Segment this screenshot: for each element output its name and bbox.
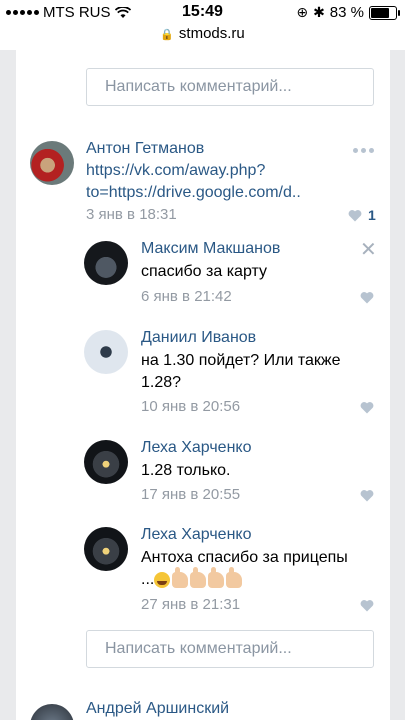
reply-date[interactable]: 27 янв в 21:31 [141,596,240,613]
comment-link-line1: https://vk.com/away.php? [86,162,266,179]
avatar[interactable] [84,440,128,484]
thumbs-up-emoji-icon [208,566,225,588]
more-dots-icon[interactable] [353,148,374,153]
heart-icon[interactable] [360,401,374,414]
smiley-emoji-icon [154,571,171,588]
thumbs-up-emoji-icon [226,566,243,588]
comment-input-placeholder: Написать комментарий... [105,78,292,95]
avatar[interactable] [84,527,128,571]
comment-link[interactable]: https://vk.com/away.php? to=https://driv… [86,160,301,204]
thumbs-up-emoji-icon [190,566,207,588]
reply-author[interactable]: Максим Макшанов [141,240,280,258]
battery-icon [369,5,400,20]
battery-percent: 83 % [329,4,364,21]
reply-date[interactable]: 10 янв в 20:56 [141,398,240,415]
comment-input-placeholder: Написать комментарий... [105,640,292,657]
reply-author[interactable]: Даниил Иванов [141,329,256,347]
rotation-lock-icon: ⊕ [296,4,309,20]
reply-text-line1: Антоха спасибо за прицепы [141,549,348,566]
comment-input-bottom[interactable]: Написать комментарий... [86,630,374,668]
reply-author[interactable]: Леха Харченко [141,526,251,544]
reply-text-line2: 1.28? [141,374,182,391]
lock-icon: 🔒 [160,29,174,41]
reply-text: на 1.30 пойдет? Или также 1.28? [141,350,341,394]
comment-author[interactable]: Андрей Аршинский [86,700,229,718]
comment-author[interactable]: Антон Гетманов [86,140,204,158]
reply-text-line1: на 1.30 пойдет? Или также [141,352,341,369]
reply-date[interactable]: 17 янв в 20:55 [141,486,240,503]
comment-date[interactable]: 3 янв в 18:31 [86,206,177,223]
address-bar[interactable]: 🔒 stmods.ru [0,25,405,42]
reply-text-line2: ... [141,566,348,591]
reply-author[interactable]: Леха Харченко [141,439,251,457]
reply-date[interactable]: 6 янв в 21:42 [141,288,232,305]
bluetooth-icon: ✱ [313,4,325,20]
like-count: 1 [368,207,376,223]
avatar[interactable] [84,241,128,285]
reply-text: 1.28 только. [141,462,231,479]
heart-icon[interactable] [360,599,374,612]
reply-text: спасибо за карту [141,263,267,280]
emoji-row [154,566,243,588]
heart-icon[interactable] [360,489,374,502]
status-bar: MTS RUS 15:49 ⊕ ✱ 83 % 🔒 stmods.ru [0,0,405,50]
close-icon[interactable]: ✕ [360,240,377,260]
avatar[interactable] [30,141,74,185]
comment-link-line2: to=https://drive.google.com/d.. [86,184,301,201]
avatar[interactable] [30,704,74,720]
comments-panel: Написать комментарий... Антон Гетманов h… [16,50,390,720]
url-text: stmods.ru [178,25,245,42]
status-right: ⊕ ✱ 83 % [296,4,400,21]
reply-text: Антоха спасибо за прицепы ... [141,547,348,591]
battery-fill [371,7,390,18]
comment-input-top[interactable]: Написать комментарий... [86,68,374,106]
heart-icon[interactable] [348,209,362,222]
thumbs-up-emoji-icon [172,566,189,588]
heart-icon[interactable] [360,291,374,304]
avatar[interactable] [84,330,128,374]
ellipsis: ... [141,571,155,588]
